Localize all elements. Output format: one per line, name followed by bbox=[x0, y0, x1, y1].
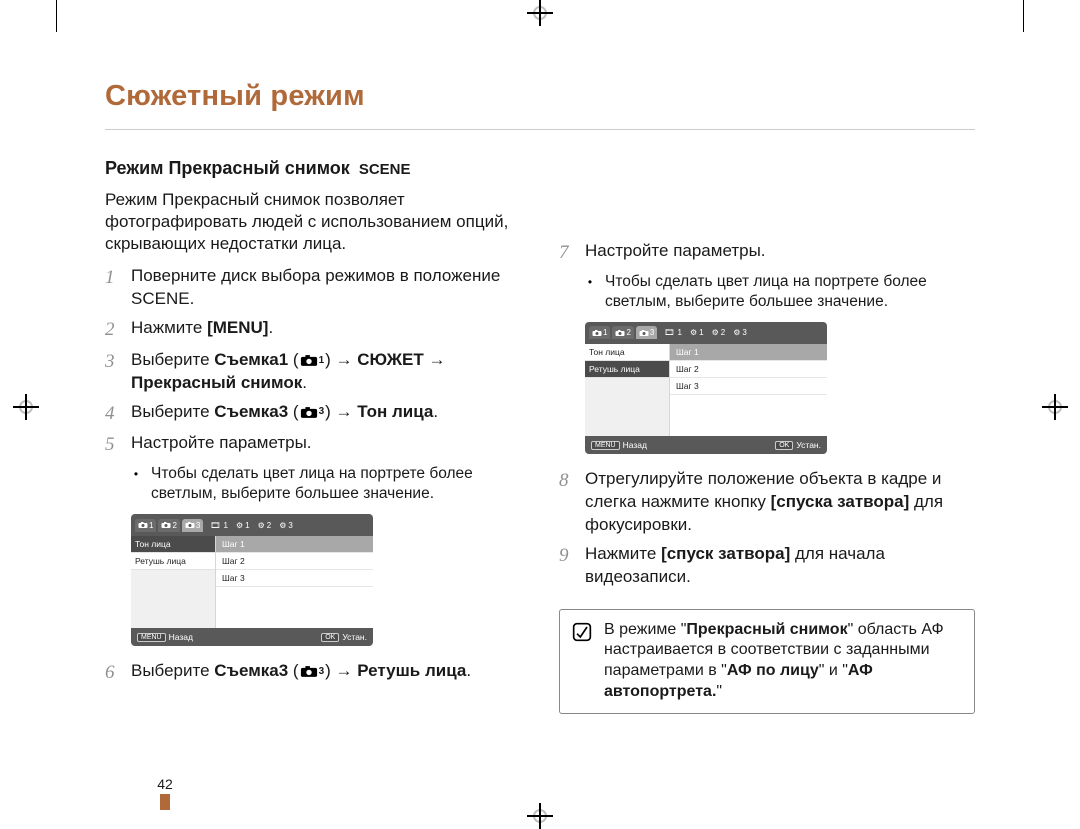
crop-mark bbox=[56, 0, 57, 32]
note-icon bbox=[572, 620, 592, 703]
registration-mark-left bbox=[13, 394, 39, 420]
step-4: 4 Выберите Съемка3 ( 3 ) → Тон лица. bbox=[105, 401, 521, 427]
crop-mark bbox=[1023, 0, 1024, 32]
registration-mark-top bbox=[527, 0, 553, 26]
step-5: 5 Настройте параметры. bbox=[105, 432, 521, 458]
step-3: 3 Выберите Съемка1 ( 1 ) → СЮЖЕТ → Прекр… bbox=[105, 349, 521, 395]
camera-icon-1: 1 bbox=[300, 354, 325, 368]
step-7-sub: • Чтобы сделать цвет лица на портрете бо… bbox=[585, 272, 975, 312]
step-6: 6 Выберите Съемка3 ( 3 ) → Ретушь лица. bbox=[105, 660, 521, 686]
step-9: 9 Нажмите [спуск затвора] для начала вид… bbox=[559, 543, 975, 589]
section-heading: Режим Прекрасный снимок SCENE bbox=[105, 158, 521, 179]
camera-icon-3: 3 bbox=[300, 405, 325, 419]
intro-paragraph: Режим Прекрасный снимок позволяет фотогр… bbox=[105, 189, 521, 255]
step-5-sub: • Чтобы сделать цвет лица на портрете бо… bbox=[131, 464, 521, 504]
step-2: 2 Нажмите [MENU]. bbox=[105, 317, 521, 343]
camera-icon-3: 3 bbox=[300, 665, 325, 679]
page-number: 42 bbox=[150, 776, 180, 810]
chapter-title: Сюжетный режим bbox=[105, 80, 975, 113]
scene-label-icon: SCENE bbox=[131, 289, 190, 308]
step-7: 7 Настройте параметры. bbox=[559, 240, 975, 266]
step-1: 1 Поверните диск выбора режимов в положе… bbox=[105, 265, 521, 311]
right-column: 7 Настройте параметры. • Чтобы сделать ц… bbox=[559, 158, 975, 714]
note-box: В режиме "Прекрасный снимок" область АФ … bbox=[559, 609, 975, 714]
camera-menu-screenshot-a: 123🎞1⚙1⚙2⚙3Тон лицаРетушь лицаШаг 1Шаг 2… bbox=[131, 514, 373, 646]
step-8: 8 Отрегулируйте положение объекта в кадр… bbox=[559, 468, 975, 537]
camera-menu-screenshot-b: 123🎞1⚙1⚙2⚙3Тон лицаРетушь лицаШаг 1Шаг 2… bbox=[585, 322, 827, 454]
scene-label-icon: SCENE bbox=[359, 161, 411, 178]
registration-mark-right bbox=[1042, 394, 1068, 420]
left-column: Режим Прекрасный снимок SCENE Режим Прек… bbox=[105, 158, 521, 714]
divider bbox=[105, 129, 975, 130]
registration-mark-bottom bbox=[527, 803, 553, 829]
